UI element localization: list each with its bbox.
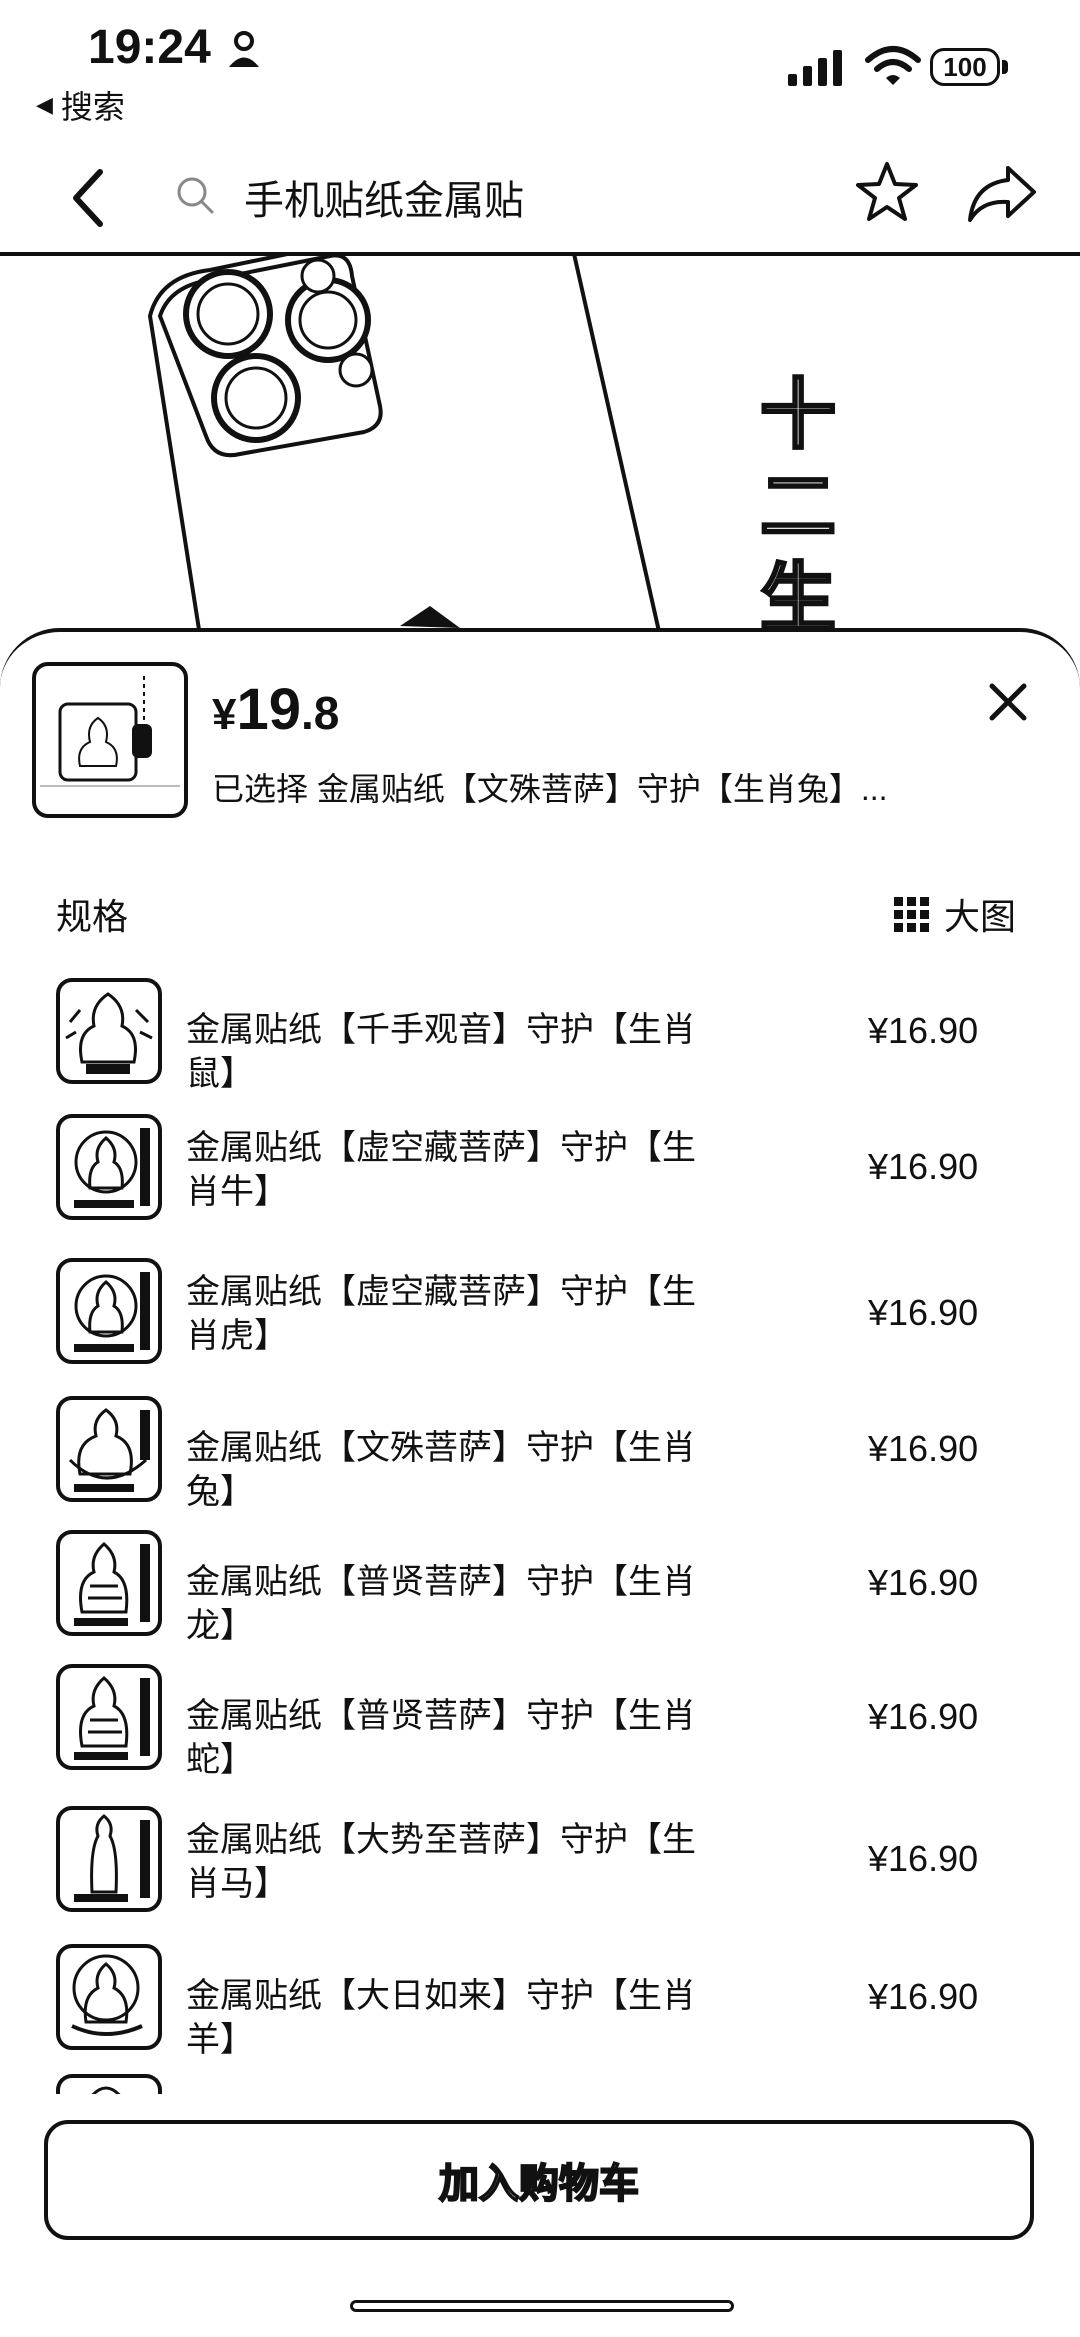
home-indicator[interactable] (350, 2300, 734, 2312)
variant-name: 金属贴纸【大势至菩萨】守护【生肖马】 (186, 1821, 696, 1903)
variant-thumbnail (56, 978, 162, 1084)
close-icon[interactable] (986, 680, 1030, 724)
variant-row[interactable]: 金属贴纸【虚空藏菩萨】守护【生肖牛】 ¥16.90 (0, 1108, 1080, 1228)
zodiac-char: 十 (759, 372, 838, 460)
wifi-icon (865, 46, 921, 85)
star-icon[interactable] (852, 158, 922, 228)
status-time: 19:24 (88, 21, 211, 74)
selected-price: ¥19.8 (212, 676, 339, 743)
back-app-label: 搜索 (60, 89, 125, 125)
variant-name: 金属贴纸【虚空藏菩萨】守护【生肖牛】 (186, 1129, 696, 1211)
variant-price: ¥16.90 (868, 1292, 979, 1333)
variant-name: 金属贴纸【虚空藏菩萨】守护【生肖虎】 (186, 1273, 696, 1355)
signal-icon (788, 50, 842, 86)
variant-price: ¥16.90 (868, 1010, 979, 1051)
product-image (0, 256, 1080, 636)
share-icon[interactable] (964, 160, 1040, 228)
variant-price: ¥16.90 (868, 1976, 979, 2017)
variant-thumbnail (56, 1944, 162, 2050)
variant-row[interactable]: 金属贴纸【普贤菩萨】守护【生肖蛇】 ¥16.90 (0, 1658, 1080, 1779)
big-view-toggle[interactable]: 大图 (892, 888, 1016, 940)
variant-thumbnail (56, 1396, 162, 1502)
add-to-cart-button[interactable]: 加入购物车 (44, 2120, 1034, 2240)
search-icon (177, 177, 214, 214)
variant-name: 金属贴纸【普贤菩萨】守护【生肖蛇】 (186, 1697, 696, 1779)
variant-row[interactable]: 金属贴纸【千手观音】守护【生肖鼠】 ¥16.90 (0, 972, 1080, 1093)
variant-thumbnail (56, 1530, 162, 1636)
variant-thumbnail-partial (56, 2074, 162, 2094)
selected-product-thumbnail[interactable] (32, 662, 188, 818)
selected-variant-text: 已选择 金属贴纸【文殊菩萨】守护【生肖兔】... (212, 771, 888, 807)
variant-row[interactable]: 金属贴纸【大日如来】守护【生肖羊】 ¥16.90 (0, 1938, 1080, 2059)
battery-level: 100 (930, 48, 1000, 86)
big-view-label: 大图 (944, 896, 1017, 937)
price-currency: ¥ (212, 690, 237, 739)
zodiac-title: 十 二 生 (748, 370, 848, 646)
variant-name: 金属贴纸【大日如来】守护【生肖羊】 (186, 1977, 696, 2059)
search-query-field[interactable]: 手机贴纸金属贴 (244, 168, 524, 226)
variant-row[interactable]: 金属贴纸【虚空藏菩萨】守护【生肖虎】 ¥16.90 (0, 1252, 1080, 1372)
chevron-left-icon[interactable] (64, 158, 114, 238)
spec-section-label: 规格 (56, 896, 129, 937)
variant-price: ¥16.90 (868, 1428, 979, 1469)
variant-price: ¥16.90 (868, 1696, 979, 1737)
person-icon (229, 31, 259, 67)
variant-name: 金属贴纸【普贤菩萨】守护【生肖龙】 (186, 1563, 696, 1645)
variant-thumbnail (56, 1258, 162, 1364)
variant-row[interactable]: 金属贴纸【大势至菩萨】守护【生肖马】 ¥16.90 (0, 1800, 1080, 1920)
variant-row[interactable]: 金属贴纸【普贤菩萨】守护【生肖龙】 ¥16.90 (0, 1524, 1080, 1645)
grid-icon (894, 897, 929, 932)
variant-row[interactable]: 金属贴纸【文殊菩萨】守护【生肖兔】 ¥16.90 (0, 1390, 1080, 1511)
variant-thumbnail (56, 1114, 162, 1220)
variant-thumbnail (56, 1806, 162, 1912)
variant-name: 金属贴纸【文殊菩萨】守护【生肖兔】 (186, 1429, 696, 1511)
variant-price: ¥16.90 (868, 1838, 979, 1879)
back-to-app-link[interactable]: ◀ 搜索 (36, 82, 125, 128)
battery-icon: 100 (930, 48, 1010, 88)
zodiac-char: 二 (759, 464, 838, 552)
variant-thumbnail (56, 1664, 162, 1770)
variant-name: 金属贴纸【千手观音】守护【生肖鼠】 (186, 1011, 696, 1093)
price-integer: 19 (236, 677, 301, 742)
price-decimal: .8 (301, 687, 340, 739)
variant-price: ¥16.90 (868, 1562, 979, 1603)
back-triangle-icon: ◀ (36, 92, 53, 117)
variant-price: ¥16.90 (868, 1146, 979, 1187)
phone-case-illustration (147, 256, 663, 636)
